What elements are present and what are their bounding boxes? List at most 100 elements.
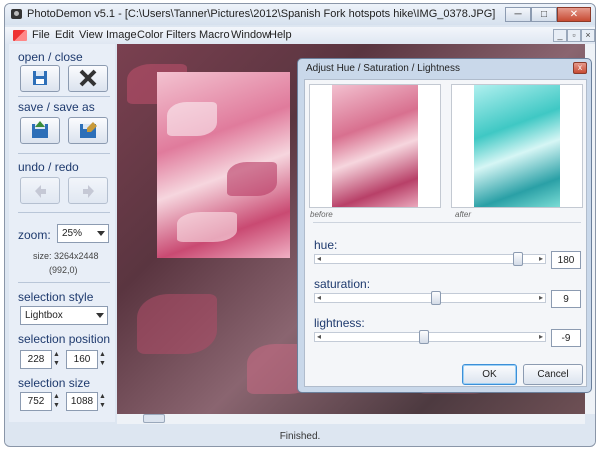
- lightness-slider[interactable]: ◂ ▸: [314, 330, 546, 344]
- status-bar: Finished.: [5, 426, 595, 444]
- undo-redo-label: undo / redo: [18, 160, 79, 174]
- selection-style-label: selection style: [18, 290, 94, 304]
- chevron-left-icon: ◂: [317, 332, 322, 341]
- leaf-texture: [177, 212, 237, 242]
- divider: [18, 282, 110, 283]
- hue-slider[interactable]: ◂ ▸: [314, 252, 546, 266]
- hue-label: hue:: [314, 238, 338, 252]
- cancel-button[interactable]: Cancel: [523, 364, 583, 385]
- save-icon: [32, 121, 48, 138]
- save-as-button[interactable]: [68, 117, 108, 144]
- undo-button[interactable]: [20, 177, 60, 204]
- open-button[interactable]: [20, 65, 60, 92]
- menu-view[interactable]: View: [79, 29, 103, 41]
- hue-slider-thumb[interactable]: [513, 252, 523, 266]
- before-preview: [309, 84, 441, 208]
- leaf-texture: [137, 294, 217, 354]
- undo-icon: [35, 185, 46, 198]
- mdi-minimize-button[interactable]: _: [553, 29, 567, 42]
- dialog-title: Adjust Hue / Saturation / Lightness: [306, 63, 460, 74]
- zoom-label: zoom:: [18, 228, 51, 242]
- maximize-button[interactable]: □: [531, 7, 557, 22]
- selection-height-stepper[interactable]: ▲ ▼: [98, 392, 107, 411]
- chevron-left-icon: ◂: [317, 254, 322, 263]
- chevron-right-icon: ▸: [538, 332, 543, 341]
- divider: [18, 96, 110, 97]
- selection-width-stepper[interactable]: ▲ ▼: [52, 392, 61, 411]
- selection-width-field[interactable]: 752: [20, 392, 52, 411]
- selection-position-label: selection position: [18, 332, 111, 346]
- selected-image-region[interactable]: [157, 72, 290, 258]
- menu-image[interactable]: Image: [106, 29, 137, 41]
- left-tool-panel: open / close save / save as undo / redo …: [9, 44, 115, 422]
- selection-y-field[interactable]: 160: [66, 350, 98, 369]
- title-bar[interactable]: PhotoDemon v5.1 - [C:\Users\Tanner\Pictu…: [5, 4, 595, 25]
- after-preview: [451, 84, 583, 208]
- save-button[interactable]: [20, 117, 60, 144]
- chevron-right-icon: ▸: [538, 293, 543, 302]
- chevron-left-icon: ◂: [317, 293, 322, 302]
- mdi-close-button[interactable]: ×: [581, 29, 595, 42]
- selection-height-field[interactable]: 1088: [66, 392, 98, 411]
- cursor-coords-text: (992,0): [49, 265, 78, 275]
- before-caption: before: [310, 210, 333, 219]
- chevron-right-icon: ▸: [538, 254, 543, 263]
- selection-style-dropdown[interactable]: Lightbox: [20, 306, 108, 325]
- camera-icon: [11, 9, 22, 19]
- menu-help[interactable]: Help: [269, 29, 292, 41]
- app-logo-icon: [13, 30, 27, 41]
- open-close-label: open / close: [18, 50, 83, 64]
- close-x-icon: [79, 69, 97, 87]
- image-size-text: size: 3264x2448: [33, 251, 99, 261]
- selection-y-stepper[interactable]: ▲ ▼: [98, 350, 107, 369]
- open-icon: [33, 71, 47, 85]
- divider: [18, 153, 110, 154]
- dialog-close-button[interactable]: x: [573, 62, 587, 74]
- horizontal-scroll-thumb[interactable]: [143, 414, 165, 423]
- after-caption: after: [455, 210, 472, 219]
- ok-button[interactable]: OK: [462, 364, 517, 385]
- save-label: save / save as: [18, 100, 95, 114]
- redo-button[interactable]: [68, 177, 108, 204]
- minimize-button[interactable]: ─: [505, 7, 531, 22]
- saturation-label: saturation:: [314, 277, 371, 291]
- before-image: [332, 85, 418, 207]
- dialog-body: before after hue: ◂ ▸ 180 saturation: ◂ …: [304, 79, 587, 387]
- selection-style-value: Lightbox: [25, 310, 63, 321]
- status-text: Finished.: [279, 431, 321, 442]
- menu-bar: File Edit View Image Color Filters Macro…: [5, 27, 595, 44]
- menu-macro[interactable]: Macro: [199, 29, 230, 41]
- after-image: [474, 85, 560, 207]
- mdi-restore-button[interactable]: ▫: [567, 29, 581, 42]
- selection-x-field[interactable]: 228: [20, 350, 52, 369]
- window-title: PhotoDemon v5.1 - [C:\Users\Tanner\Pictu…: [27, 8, 496, 20]
- divider: [18, 212, 110, 213]
- horizontal-scrollbar[interactable]: [117, 414, 585, 424]
- zoom-dropdown[interactable]: 25%: [57, 224, 109, 243]
- close-image-button[interactable]: [68, 65, 108, 92]
- lightness-slider-thumb[interactable]: [419, 330, 429, 344]
- chevron-down-icon: [96, 313, 104, 318]
- lightness-value-field[interactable]: -9: [551, 329, 581, 347]
- selection-x-stepper[interactable]: ▲ ▼: [52, 350, 61, 369]
- hue-saturation-dialog: Adjust Hue / Saturation / Lightness x be…: [297, 58, 592, 393]
- leaf-texture: [227, 162, 277, 196]
- save-as-icon: [80, 122, 97, 138]
- saturation-value-field[interactable]: 9: [551, 290, 581, 308]
- leaf-texture: [167, 102, 217, 136]
- redo-icon: [83, 185, 94, 198]
- menu-file[interactable]: File: [32, 29, 50, 41]
- menu-edit[interactable]: Edit: [55, 29, 74, 41]
- menu-filters[interactable]: Filters: [166, 29, 196, 41]
- zoom-value: 25%: [62, 228, 83, 239]
- menu-color[interactable]: Color: [137, 29, 163, 41]
- divider: [313, 222, 581, 223]
- selection-size-label: selection size: [18, 376, 91, 390]
- menu-window[interactable]: Window: [231, 29, 270, 41]
- chevron-down-icon: [97, 231, 105, 236]
- saturation-slider-thumb[interactable]: [431, 291, 441, 305]
- lightness-label: lightness:: [314, 316, 365, 330]
- hue-value-field[interactable]: 180: [551, 251, 581, 269]
- close-button[interactable]: ✕: [557, 7, 591, 22]
- saturation-slider[interactable]: ◂ ▸: [314, 291, 546, 305]
